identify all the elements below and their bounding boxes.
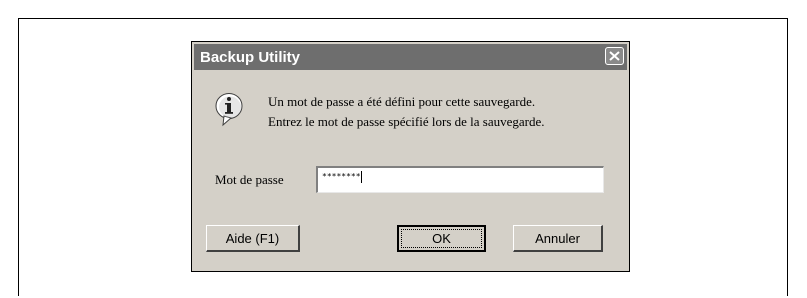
password-dialog: Backup Utility Un mot de passe a été déf…: [191, 41, 630, 272]
password-value: ********: [322, 172, 361, 181]
help-button[interactable]: Aide (F1): [206, 225, 300, 252]
ok-button[interactable]: OK: [397, 225, 486, 252]
cancel-button[interactable]: Annuler: [513, 225, 603, 252]
message-text: Un mot de passe a été défini pour cette …: [268, 92, 545, 132]
password-input[interactable]: ********: [316, 166, 604, 193]
message-line-1: Un mot de passe a été défini pour cette …: [268, 94, 536, 109]
focus-rectangle: [401, 229, 482, 248]
dialog-title: Backup Utility: [200, 48, 301, 66]
close-icon: [609, 51, 620, 61]
close-button[interactable]: [605, 47, 624, 65]
title-bar[interactable]: Backup Utility: [194, 44, 627, 70]
password-label: Mot de passe: [215, 172, 284, 187]
text-caret: [360, 170, 362, 183]
info-icon: [214, 92, 244, 128]
message-line-2: Entrez le mot de passe spécifié lors de …: [268, 114, 545, 129]
